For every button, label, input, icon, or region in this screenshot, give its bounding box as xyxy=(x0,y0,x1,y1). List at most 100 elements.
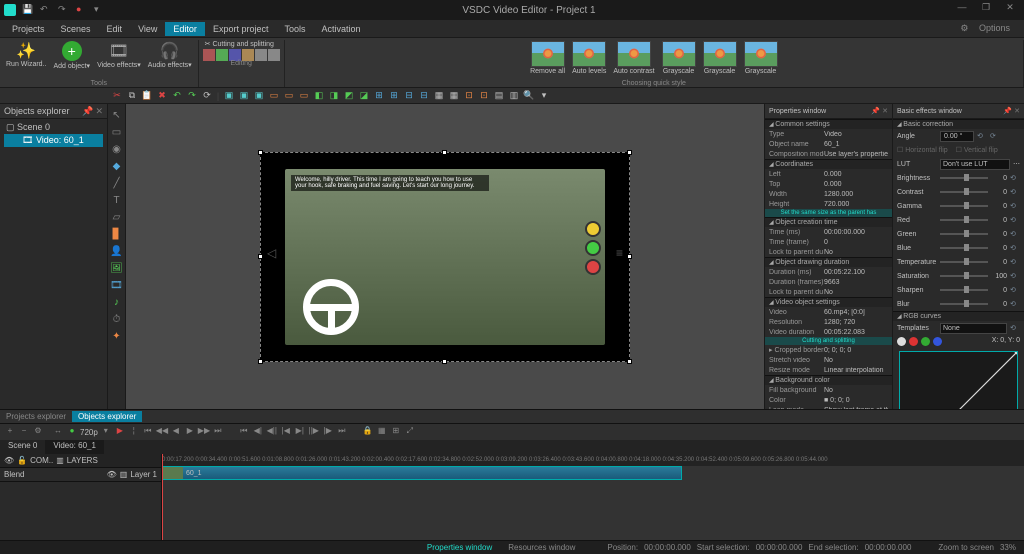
menu-view[interactable]: View xyxy=(130,22,165,36)
section-bg-color[interactable]: Background color xyxy=(765,375,892,385)
marker-prev-icon[interactable]: ◀| xyxy=(252,426,264,438)
layer-3-icon[interactable]: ▭ xyxy=(297,89,311,103)
video-effects-button[interactable]: 🎞 Video effects▾ xyxy=(95,40,143,70)
zoom-icon[interactable]: 🔍 xyxy=(522,89,536,103)
vflip-checkbox[interactable]: ☐ Vertical flip xyxy=(956,146,998,154)
panel-close-icon[interactable]: ✕ xyxy=(1014,107,1020,115)
timeline-tab-video[interactable]: Video: 60_1 xyxy=(45,440,104,454)
align-l-icon[interactable]: ▣ xyxy=(222,89,236,103)
slider-track[interactable] xyxy=(940,275,988,277)
section-rgb-curves[interactable]: RGB curves xyxy=(893,311,1024,321)
curve-green[interactable] xyxy=(921,337,930,346)
layer-eye-icon[interactable]: 👁 xyxy=(107,470,117,479)
menu-scenes[interactable]: Scenes xyxy=(53,22,99,36)
align-c-icon[interactable]: ▣ xyxy=(237,89,251,103)
reset-icon[interactable]: ⟲ xyxy=(1010,272,1020,280)
undo2-icon[interactable]: ↶ xyxy=(170,89,184,103)
redo-icon[interactable]: ↷ xyxy=(58,4,70,16)
marker-first-icon[interactable]: ⏮ xyxy=(238,426,250,438)
prop-row[interactable]: Duration (frames)9663 xyxy=(765,277,892,287)
reset-icon[interactable]: ⟲ xyxy=(1010,258,1020,266)
frame-fwd2-icon[interactable]: ▶| xyxy=(294,426,306,438)
resize-handle-ml[interactable] xyxy=(258,254,263,259)
resize-handle-bm[interactable] xyxy=(442,359,447,364)
copy-icon[interactable]: ⧉ xyxy=(125,89,139,103)
edit-tool-2[interactable] xyxy=(216,49,228,61)
run-wizard-button[interactable]: ✨ Run Wizard.. xyxy=(4,40,48,69)
prop-row[interactable]: Stretch videoNo xyxy=(765,355,892,365)
eye-icon[interactable]: 👁 xyxy=(4,456,14,465)
menu-projects[interactable]: Projects xyxy=(4,22,53,36)
prop-row[interactable]: Composition modeUse layer's properties xyxy=(765,149,892,159)
tl-remove-icon[interactable]: − xyxy=(18,426,30,438)
slider-temperature[interactable]: Temperature0⟲ xyxy=(893,255,1024,269)
prop-row[interactable]: Video duration00:05:22.083 xyxy=(765,327,892,337)
prop-row[interactable]: Loop modeShow last frame at the xyxy=(765,405,892,409)
lut-select[interactable]: Don't use LUT xyxy=(940,159,1010,170)
slider-track[interactable] xyxy=(940,205,988,207)
anim-icon[interactable]: ✦ xyxy=(110,329,124,343)
quick-style-5[interactable]: Grayscale xyxy=(742,40,780,76)
order-1-icon[interactable]: ◧ xyxy=(312,89,326,103)
prop-row[interactable]: Lock to parent duNo xyxy=(765,287,892,297)
back-icon[interactable]: ◀◀ xyxy=(156,426,168,438)
reset-icon[interactable]: ⟲ xyxy=(1010,230,1020,238)
grid-3-icon[interactable]: ▤ xyxy=(492,89,506,103)
order-3-icon[interactable]: ◩ xyxy=(342,89,356,103)
slider-track[interactable] xyxy=(940,261,988,263)
grid-4-icon[interactable]: ▥ xyxy=(507,89,521,103)
minimize-icon[interactable]: — xyxy=(952,2,972,18)
step-back-icon[interactable]: ◀ xyxy=(170,426,182,438)
slider-track[interactable] xyxy=(940,191,988,193)
slider-blue[interactable]: Blue0⟲ xyxy=(893,241,1024,255)
slider-blur[interactable]: Blur0⟲ xyxy=(893,297,1024,311)
prop-row[interactable]: Object name60_1 xyxy=(765,139,892,149)
layer-1-icon[interactable]: ▭ xyxy=(267,89,281,103)
prop-row[interactable]: Resolution1280; 720 xyxy=(765,317,892,327)
prop-row[interactable]: Lock to parent duNo xyxy=(765,247,892,257)
set-same-size-link[interactable]: Set the same size as the parent has xyxy=(765,209,892,217)
zoom-label[interactable]: Zoom to screen xyxy=(938,543,994,552)
snap-icon[interactable]: ⊞ xyxy=(390,426,402,438)
delete-icon[interactable]: ✖ xyxy=(155,89,169,103)
dist-4-icon[interactable]: ⊟ xyxy=(417,89,431,103)
audio-effects-button[interactable]: 🎧 Audio effects▾ xyxy=(146,40,194,70)
resize-handle-br[interactable] xyxy=(627,359,632,364)
tl-gear-icon[interactable]: ⚙ xyxy=(32,426,44,438)
fwd-icon[interactable]: ▶▶ xyxy=(198,426,210,438)
quick-style-0[interactable]: Remove all xyxy=(528,40,567,76)
quick-style-4[interactable]: Grayscale xyxy=(701,40,739,76)
undo-icon[interactable]: ↶ xyxy=(40,4,52,16)
slider-contrast[interactable]: Contrast0⟲ xyxy=(893,185,1024,199)
frame-back2-icon[interactable]: |◀ xyxy=(280,426,292,438)
pin-icon[interactable]: 📌 xyxy=(871,107,880,115)
angle-input[interactable]: 0.00 ° xyxy=(940,131,974,142)
tab-projects-explorer[interactable]: Projects explorer xyxy=(0,411,72,422)
menu-editor[interactable]: Editor xyxy=(165,22,205,36)
prop-row[interactable]: Left0.000 xyxy=(765,169,892,179)
slider-track[interactable] xyxy=(940,289,988,291)
rect-icon[interactable]: ▭ xyxy=(110,125,124,139)
quick-style-1[interactable]: Auto levels xyxy=(570,40,608,76)
panel-close-icon[interactable]: ✕ xyxy=(882,107,888,115)
record-icon[interactable]: ● xyxy=(76,4,88,16)
menu-activation[interactable]: Activation xyxy=(313,22,368,36)
dist-1-icon[interactable]: ⊞ xyxy=(372,89,386,103)
grid-1-icon[interactable]: ⊡ xyxy=(462,89,476,103)
dist-3-icon[interactable]: ⊟ xyxy=(402,89,416,103)
prop-row[interactable]: Height720.000 xyxy=(765,199,892,209)
resize-handle-bl[interactable] xyxy=(258,359,263,364)
resize-handle-tm[interactable] xyxy=(442,150,447,155)
layer-col-icon[interactable]: ▥ xyxy=(120,470,128,479)
layer-name[interactable]: Layer 1 xyxy=(130,470,157,479)
slider-saturation[interactable]: Saturation100⟲ xyxy=(893,269,1024,283)
chart-icon[interactable]: ▊ xyxy=(110,227,124,241)
tab-objects-explorer[interactable]: Objects explorer xyxy=(72,411,142,422)
slider-track[interactable] xyxy=(940,233,988,235)
dd-icon[interactable]: ▾ xyxy=(537,89,551,103)
marker-last-icon[interactable]: ⏭ xyxy=(336,426,348,438)
play-icon[interactable]: ▶ xyxy=(114,426,126,438)
resize-handle-tl[interactable] xyxy=(258,150,263,155)
add-object-button[interactable]: + Add object▾ xyxy=(51,40,92,71)
menu-edit[interactable]: Edit xyxy=(99,22,131,36)
